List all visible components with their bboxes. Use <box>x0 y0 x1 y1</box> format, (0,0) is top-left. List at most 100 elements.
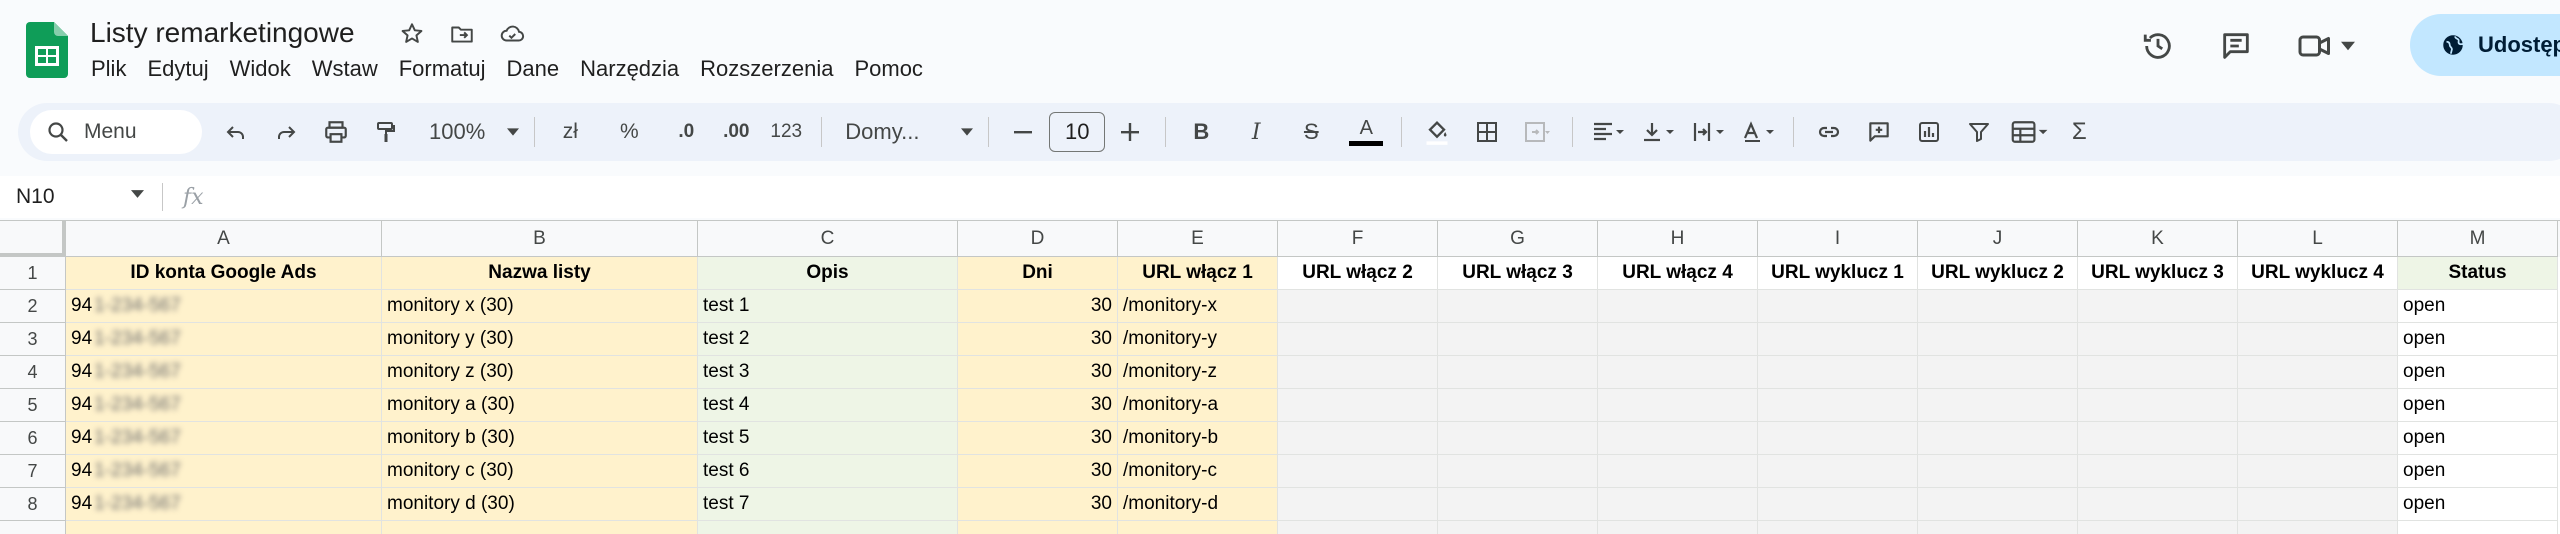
header-cell[interactable]: Opis <box>698 257 958 290</box>
desc-cell[interactable]: test 4 <box>698 389 958 422</box>
menu-insert[interactable]: Wstaw <box>311 56 389 82</box>
empty-cell[interactable] <box>1758 389 1918 422</box>
column-header-g[interactable]: G <box>1438 221 1598 257</box>
empty-cell[interactable] <box>1278 455 1438 488</box>
column-header-i[interactable]: I <box>1758 221 1918 257</box>
url1-cell[interactable]: /monitory-x <box>1118 290 1278 323</box>
account-id-cell[interactable]: 94 1-234-567 <box>66 455 382 488</box>
empty-cell[interactable] <box>1438 323 1598 356</box>
empty-cell[interactable] <box>1278 290 1438 323</box>
empty-cell[interactable] <box>2238 356 2398 389</box>
url1-cell[interactable]: /monitory-a <box>1118 389 1278 422</box>
account-id-cell[interactable]: 94 1-234-567 <box>66 290 382 323</box>
row-header-partial[interactable] <box>0 521 66 534</box>
column-header-b[interactable]: B <box>382 221 698 257</box>
search-menus-box[interactable]: Menu <box>30 110 202 154</box>
empty-cell[interactable] <box>1278 356 1438 389</box>
header-cell[interactable]: ID konta Google Ads <box>66 257 382 290</box>
empty-cell[interactable] <box>1598 290 1758 323</box>
select-all-corner[interactable] <box>0 221 66 257</box>
row-header-3[interactable]: 3 <box>0 323 66 356</box>
empty-cell[interactable] <box>1918 521 2078 534</box>
vertical-align-icon[interactable] <box>1638 112 1678 152</box>
menu-help[interactable]: Pomoc <box>853 56 933 82</box>
menu-extensions[interactable]: Rozszerzenia <box>699 56 844 82</box>
empty-cell[interactable] <box>1758 356 1918 389</box>
insert-link-icon[interactable] <box>1809 112 1849 152</box>
paint-format-icon[interactable] <box>366 112 406 152</box>
empty-cell[interactable] <box>698 521 958 534</box>
header-cell[interactable]: URL wyklucz 4 <box>2238 257 2398 290</box>
column-header-j[interactable]: J <box>1918 221 2078 257</box>
row-header-4[interactable]: 4 <box>0 356 66 389</box>
header-cell[interactable]: URL wyklucz 2 <box>1918 257 2078 290</box>
share-button[interactable]: Udostępnij <box>2410 14 2560 76</box>
column-header-a[interactable]: A <box>66 221 382 257</box>
menu-edit[interactable]: Edytuj <box>146 56 219 82</box>
meet-video-icon[interactable] <box>2286 18 2366 74</box>
empty-cell[interactable] <box>1918 323 2078 356</box>
empty-cell[interactable] <box>1598 455 1758 488</box>
font-size-input[interactable]: 10 <box>1049 112 1106 152</box>
empty-cell[interactable] <box>2238 323 2398 356</box>
days-cell[interactable]: 30 <box>958 488 1118 521</box>
empty-cell[interactable] <box>66 521 382 534</box>
days-cell[interactable]: 30 <box>958 323 1118 356</box>
name-cell[interactable]: monitory d (30) <box>382 488 698 521</box>
empty-cell[interactable] <box>382 521 698 534</box>
horizontal-align-icon[interactable] <box>1588 112 1628 152</box>
strikethrough-icon[interactable]: S <box>1291 112 1331 152</box>
empty-cell[interactable] <box>1278 422 1438 455</box>
name-cell[interactable]: monitory x (30) <box>382 290 698 323</box>
status-cell[interactable]: open <box>2398 356 2558 389</box>
document-title[interactable]: Listy remarketingowe <box>90 17 355 49</box>
empty-cell[interactable] <box>1438 290 1598 323</box>
empty-cell[interactable] <box>1758 290 1918 323</box>
header-cell[interactable]: URL włącz 1 <box>1118 257 1278 290</box>
url1-cell[interactable]: /monitory-c <box>1118 455 1278 488</box>
increase-font-size-icon[interactable] <box>1110 112 1150 152</box>
empty-cell[interactable] <box>1598 422 1758 455</box>
name-cell[interactable]: monitory z (30) <box>382 356 698 389</box>
empty-cell[interactable] <box>1758 323 1918 356</box>
url1-cell[interactable]: /monitory-z <box>1118 356 1278 389</box>
row-header-6[interactable]: 6 <box>0 422 66 455</box>
status-cell[interactable]: open <box>2398 389 2558 422</box>
empty-cell[interactable] <box>1918 356 2078 389</box>
empty-cell[interactable] <box>1598 356 1758 389</box>
empty-cell[interactable] <box>1438 455 1598 488</box>
name-cell[interactable]: monitory b (30) <box>382 422 698 455</box>
decrease-decimal-button[interactable]: .0 <box>666 112 706 152</box>
menu-file[interactable]: Plik <box>90 56 137 82</box>
menu-tools[interactable]: Narzędzia <box>579 56 690 82</box>
header-cell[interactable]: URL włącz 3 <box>1438 257 1598 290</box>
empty-cell[interactable] <box>2238 455 2398 488</box>
empty-cell[interactable] <box>1598 521 1758 534</box>
days-cell[interactable]: 30 <box>958 389 1118 422</box>
empty-cell[interactable] <box>2078 323 2238 356</box>
account-id-cell[interactable]: 94 1-234-567 <box>66 356 382 389</box>
sheets-logo-icon[interactable] <box>26 22 68 78</box>
text-rotation-icon[interactable] <box>1738 112 1778 152</box>
print-icon[interactable] <box>316 112 356 152</box>
empty-cell[interactable] <box>1758 488 1918 521</box>
spreadsheet-grid[interactable]: A B C D E F G H I J K L M 1 2 3 4 5 6 7 8 ID konta Google Ads… <box>0 220 2560 534</box>
font-family-select[interactable]: Domy... <box>837 112 974 152</box>
desc-cell[interactable]: test 1 <box>698 290 958 323</box>
column-header-m[interactable]: M <box>2398 221 2558 257</box>
status-cell[interactable]: open <box>2398 488 2558 521</box>
empty-cell[interactable] <box>2238 290 2398 323</box>
name-cell[interactable]: monitory a (30) <box>382 389 698 422</box>
header-cell[interactable]: Status <box>2398 257 2558 290</box>
filter-icon[interactable] <box>1959 112 1999 152</box>
desc-cell[interactable]: test 3 <box>698 356 958 389</box>
zoom-select[interactable]: 100% <box>429 112 520 152</box>
row-header-2[interactable]: 2 <box>0 290 66 323</box>
status-cell[interactable]: open <box>2398 323 2558 356</box>
italic-icon[interactable]: I <box>1236 112 1276 152</box>
version-history-icon[interactable] <box>2130 18 2186 74</box>
empty-cell[interactable] <box>1278 323 1438 356</box>
menu-data[interactable]: Dane <box>506 56 571 82</box>
empty-cell[interactable] <box>1438 422 1598 455</box>
empty-cell[interactable] <box>2078 422 2238 455</box>
